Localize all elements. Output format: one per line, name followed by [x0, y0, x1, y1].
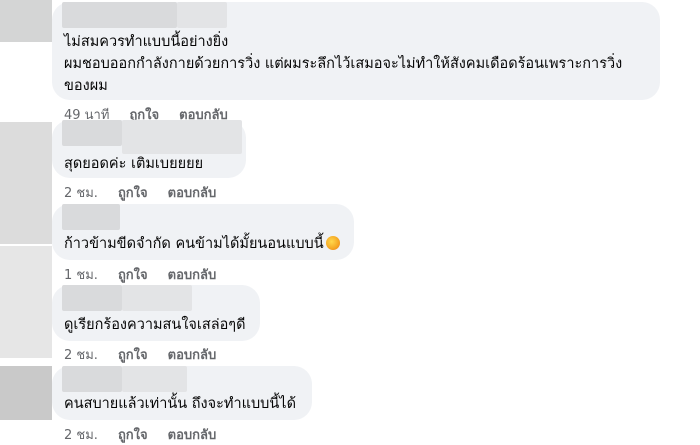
comment-bubble: ดูเรียกร้องความสนใจเสล่อๆดี: [52, 285, 260, 341]
comment-text-line: ไม่สมควรทำแบบนี้อย่างยิ่ง: [64, 34, 229, 50]
comment-timestamp[interactable]: 2 ชม.: [64, 344, 98, 365]
like-button[interactable]: ถูกใจ: [118, 264, 148, 285]
blurred-author-name[interactable]: [62, 285, 122, 311]
comment-text-line: ผมชอบออกกำลังกายด้วยการวิ่ง แต่ผมระลึกไว…: [64, 56, 623, 72]
reply-button[interactable]: ตอบกลับ: [168, 424, 217, 445]
reply-button[interactable]: ตอบกลับ: [168, 344, 217, 365]
reply-button[interactable]: ตอบกลับ: [168, 264, 217, 285]
blurred-author-name[interactable]: [62, 120, 122, 146]
comment-actions: 2 ชม. ถูกใจ ตอบกลับ: [64, 424, 236, 445]
comment-text-line: ก้าวข้ามขีดจำกัด คนข้ามได้มั้ยนอนแบบนี้: [64, 234, 340, 254]
comment-text-line: ของผม: [64, 78, 108, 94]
avatar[interactable]: [0, 246, 52, 358]
blurred-author-name[interactable]: [62, 366, 122, 392]
blurred-author-name[interactable]: [62, 2, 177, 28]
blurred-author-name[interactable]: [62, 204, 120, 230]
blurred-author-name[interactable]: [122, 120, 242, 154]
like-button[interactable]: ถูกใจ: [118, 424, 148, 445]
comment-actions: 1 ชม. ถูกใจ ตอบกลับ: [64, 264, 236, 285]
avatar[interactable]: [0, 366, 52, 420]
avatar[interactable]: [0, 0, 52, 42]
comment-text: ก้าวข้ามขีดจำกัด คนข้ามได้มั้ยนอนแบบนี้: [64, 236, 324, 252]
blurred-author-name[interactable]: [177, 2, 227, 28]
comment-bubble: ก้าวข้ามขีดจำกัด คนข้ามได้มั้ยนอนแบบนี้: [52, 204, 354, 260]
comment-text-line: สุดยอดค่ะ เติมเบยยยย: [64, 156, 204, 172]
comment-text-line: คนสบายแล้วเท่านั้น ถึงจะทำแบบนี้ได้: [64, 396, 296, 412]
comment-bubble: ไม่สมควรทำแบบนี้อย่างยิ่ง ผมชอบออกกำลังก…: [52, 2, 660, 100]
avatar[interactable]: [0, 122, 52, 244]
comment-bubble: คนสบายแล้วเท่านั้น ถึงจะทำแบบนี้ได้: [52, 366, 312, 420]
comment-timestamp[interactable]: 1 ชม.: [64, 264, 98, 285]
laughing-crying-emoji-icon: [325, 236, 340, 250]
blurred-author-name[interactable]: [122, 285, 192, 311]
reply-button[interactable]: ตอบกลับ: [168, 182, 217, 203]
comment-text-line: ดูเรียกร้องความสนใจเสล่อๆดี: [64, 317, 246, 333]
blurred-author-name[interactable]: [122, 366, 187, 392]
comment-timestamp[interactable]: 2 ชม.: [64, 182, 98, 203]
like-button[interactable]: ถูกใจ: [118, 182, 148, 203]
comment-bubble: สุดยอดค่ะ เติมเบยยยย: [52, 120, 246, 178]
comment-actions: 2 ชม. ถูกใจ ตอบกลับ: [64, 344, 236, 365]
comment-actions: 2 ชม. ถูกใจ ตอบกลับ: [64, 182, 236, 203]
comment-timestamp[interactable]: 2 ชม.: [64, 424, 98, 445]
like-button[interactable]: ถูกใจ: [118, 344, 148, 365]
